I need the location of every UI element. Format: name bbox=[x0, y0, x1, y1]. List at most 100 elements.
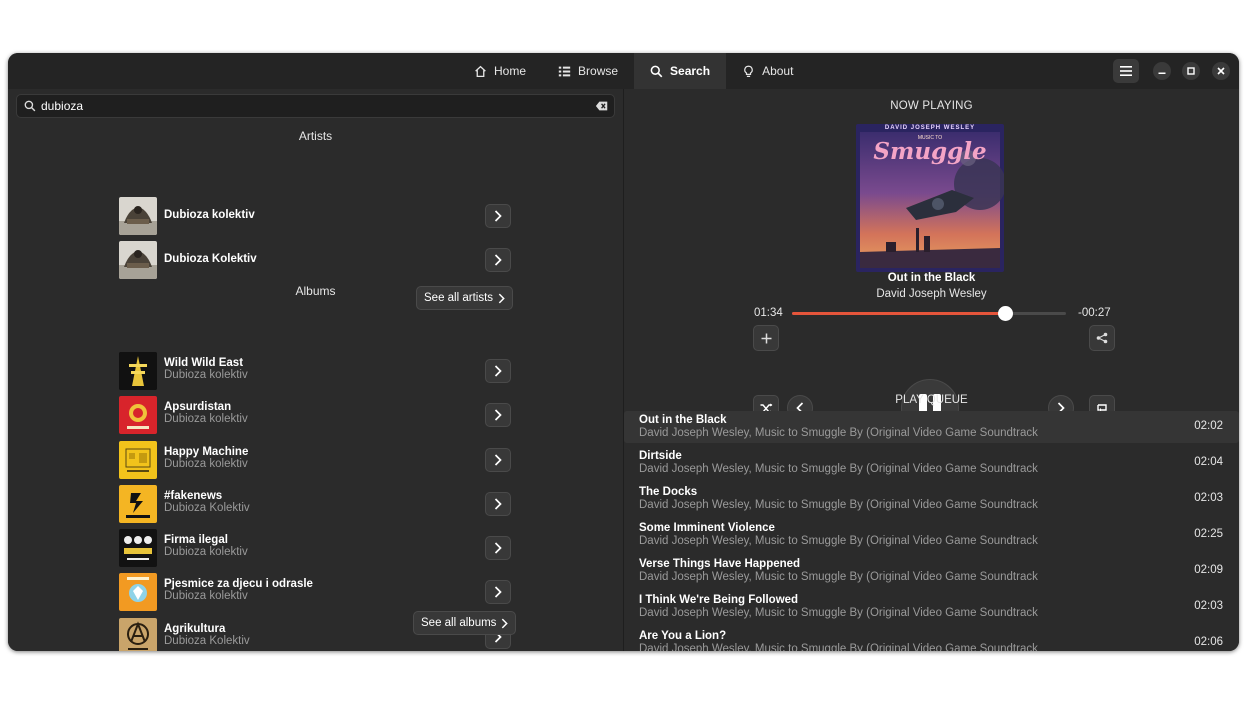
seek-bar-fill bbox=[792, 312, 1005, 315]
album-row[interactable]: Apsurdistan Dubioza kolektiv bbox=[119, 396, 511, 434]
open-album-button[interactable] bbox=[485, 536, 511, 560]
album-artist: Dubioza kolektiv bbox=[164, 413, 248, 425]
artist-image bbox=[119, 197, 157, 235]
queue-item[interactable]: Verse Things Have Happened David Joseph … bbox=[624, 555, 1239, 587]
now-playing-title: Out in the Black bbox=[887, 272, 976, 284]
queue-item-duration: 02:04 bbox=[1194, 456, 1223, 468]
tab-browse[interactable]: Browse bbox=[542, 53, 634, 89]
album-row[interactable]: Wild Wild East Dubioza kolektiv bbox=[119, 352, 511, 390]
album-title: Pjesmice za djecu i odrasle bbox=[164, 578, 313, 590]
open-album-button[interactable] bbox=[485, 359, 511, 383]
see-all-albums-button[interactable]: See all albums bbox=[413, 611, 517, 635]
queue-item[interactable]: Out in the Black David Joseph Wesley, Mu… bbox=[624, 411, 1239, 443]
album-row[interactable]: Happy Machine Dubioza kolektiv bbox=[119, 441, 511, 479]
queue-item-duration: 02:06 bbox=[1194, 636, 1223, 648]
remaining-time: -00:27 bbox=[1078, 307, 1111, 319]
artist-row[interactable]: Dubioza Kolektiv bbox=[119, 241, 511, 279]
album-title: Agrikultura bbox=[164, 623, 226, 635]
queue-item[interactable]: The Docks David Joseph Wesley, Music to … bbox=[624, 483, 1239, 515]
maximize-button[interactable] bbox=[1182, 62, 1200, 80]
open-artist-button[interactable] bbox=[485, 248, 511, 272]
tab-home[interactable]: Home bbox=[458, 53, 542, 89]
album-cover bbox=[119, 618, 157, 651]
queue-item-duration: 02:03 bbox=[1194, 492, 1223, 504]
search-input[interactable] bbox=[41, 97, 581, 115]
queue-item[interactable]: I Think We're Being Followed David Josep… bbox=[624, 591, 1239, 623]
tab-about[interactable]: About bbox=[726, 53, 809, 89]
album-row[interactable]: Firma ilegal Dubioza kolektiv bbox=[119, 529, 511, 567]
queue-item[interactable]: Are You a Lion? David Joseph Wesley, Mus… bbox=[624, 627, 1239, 651]
queue-item-title: Verse Things Have Happened bbox=[639, 558, 801, 570]
view-switcher: Home Browse Search About bbox=[458, 53, 809, 89]
minimize-button[interactable] bbox=[1153, 62, 1171, 80]
album-artist: Dubioza kolektiv bbox=[164, 590, 248, 602]
chevron-right-icon bbox=[494, 542, 502, 554]
album-artist: Dubioza Kolektiv bbox=[164, 635, 250, 647]
chevron-right-icon bbox=[494, 498, 502, 510]
chevron-right-icon bbox=[494, 210, 502, 222]
queue-item-title: I Think We're Being Followed bbox=[639, 594, 799, 606]
search-results-pane: Artists Dubioza kolektiv Dubioza Kolekti… bbox=[8, 89, 623, 651]
seek-bar-handle[interactable] bbox=[997, 306, 1013, 321]
artist-row[interactable]: Dubioza kolektiv bbox=[119, 197, 511, 235]
tab-search[interactable]: Search bbox=[634, 53, 727, 89]
queue-item-subtitle: David Joseph Wesley, Music to Smuggle By… bbox=[639, 499, 1038, 511]
album-row[interactable]: #fakenews Dubioza Kolektiv bbox=[119, 485, 511, 523]
tab-browse-label: Browse bbox=[578, 64, 619, 78]
queue-item-title: Out in the Black bbox=[639, 414, 727, 426]
queue-item-title: Dirtside bbox=[639, 450, 682, 462]
album-artist: Dubioza Kolektiv bbox=[164, 502, 250, 514]
album-cover bbox=[119, 529, 157, 567]
album-cover bbox=[119, 396, 157, 434]
queue-item[interactable]: Dirtside David Joseph Wesley, Music to S… bbox=[624, 447, 1239, 479]
add-to-playlist-button[interactable] bbox=[753, 325, 779, 351]
chevron-right-icon bbox=[502, 618, 509, 628]
queue-item-title: The Docks bbox=[639, 486, 698, 498]
hamburger-icon bbox=[1120, 66, 1132, 76]
search-entry[interactable] bbox=[16, 94, 615, 118]
queue-item-duration: 02:09 bbox=[1194, 564, 1223, 576]
open-album-button[interactable] bbox=[485, 492, 511, 516]
close-icon bbox=[1217, 67, 1225, 75]
artist-name: Dubioza kolektiv bbox=[164, 209, 255, 221]
queue-item-duration: 02:02 bbox=[1194, 420, 1223, 432]
tab-about-label: About bbox=[762, 64, 794, 78]
home-icon bbox=[475, 65, 486, 77]
album-row[interactable]: Pjesmice za djecu i odrasle Dubioza kole… bbox=[119, 573, 511, 611]
now-playing-cover: DAVID JOSEPH WESLEY MUSIC TO Smuggle bbox=[856, 124, 1004, 272]
album-artist: Dubioza kolektiv bbox=[164, 458, 248, 470]
seek-bar[interactable] bbox=[792, 306, 1066, 321]
search-icon bbox=[650, 65, 663, 77]
main-menu-button[interactable] bbox=[1113, 59, 1139, 83]
albums-heading: Albums bbox=[295, 284, 336, 298]
share-button[interactable] bbox=[1089, 325, 1115, 351]
album-cover bbox=[119, 485, 157, 523]
queue-item-duration: 02:25 bbox=[1194, 528, 1223, 540]
queue-item-title: Are You a Lion? bbox=[639, 630, 727, 642]
queue-item[interactable]: Some Imminent Violence David Joseph Wesl… bbox=[624, 519, 1239, 551]
open-album-button[interactable] bbox=[485, 580, 511, 604]
album-cover bbox=[119, 573, 157, 611]
play-queue-heading: PLAY QUEUE bbox=[895, 394, 968, 406]
album-title: Apsurdistan bbox=[164, 401, 232, 413]
share-icon bbox=[1096, 332, 1108, 344]
minimize-icon bbox=[1158, 72, 1166, 74]
album-artist: Dubioza kolektiv bbox=[164, 369, 248, 381]
open-album-button[interactable] bbox=[485, 403, 511, 427]
clear-text-icon[interactable] bbox=[595, 99, 609, 113]
cover-artist-text: DAVID JOSEPH WESLEY bbox=[884, 125, 976, 131]
queue-item-subtitle: David Joseph Wesley, Music to Smuggle By… bbox=[639, 535, 1038, 547]
album-title: #fakenews bbox=[164, 490, 223, 502]
open-artist-button[interactable] bbox=[485, 204, 511, 228]
album-title: Firma ilegal bbox=[164, 534, 228, 546]
play-queue-list: Out in the Black David Joseph Wesley, Mu… bbox=[624, 411, 1239, 651]
now-playing-heading: NOW PLAYING bbox=[890, 100, 973, 112]
close-button[interactable] bbox=[1212, 62, 1230, 80]
queue-item-subtitle: David Joseph Wesley, Music to Smuggle By… bbox=[639, 607, 1038, 619]
search-icon bbox=[24, 100, 36, 112]
cover-title-text: Smuggle bbox=[873, 138, 987, 165]
list-icon bbox=[558, 66, 571, 76]
artist-name: Dubioza Kolektiv bbox=[164, 253, 257, 265]
open-album-button[interactable] bbox=[485, 448, 511, 472]
queue-item-subtitle: David Joseph Wesley, Music to Smuggle By… bbox=[639, 571, 1038, 583]
